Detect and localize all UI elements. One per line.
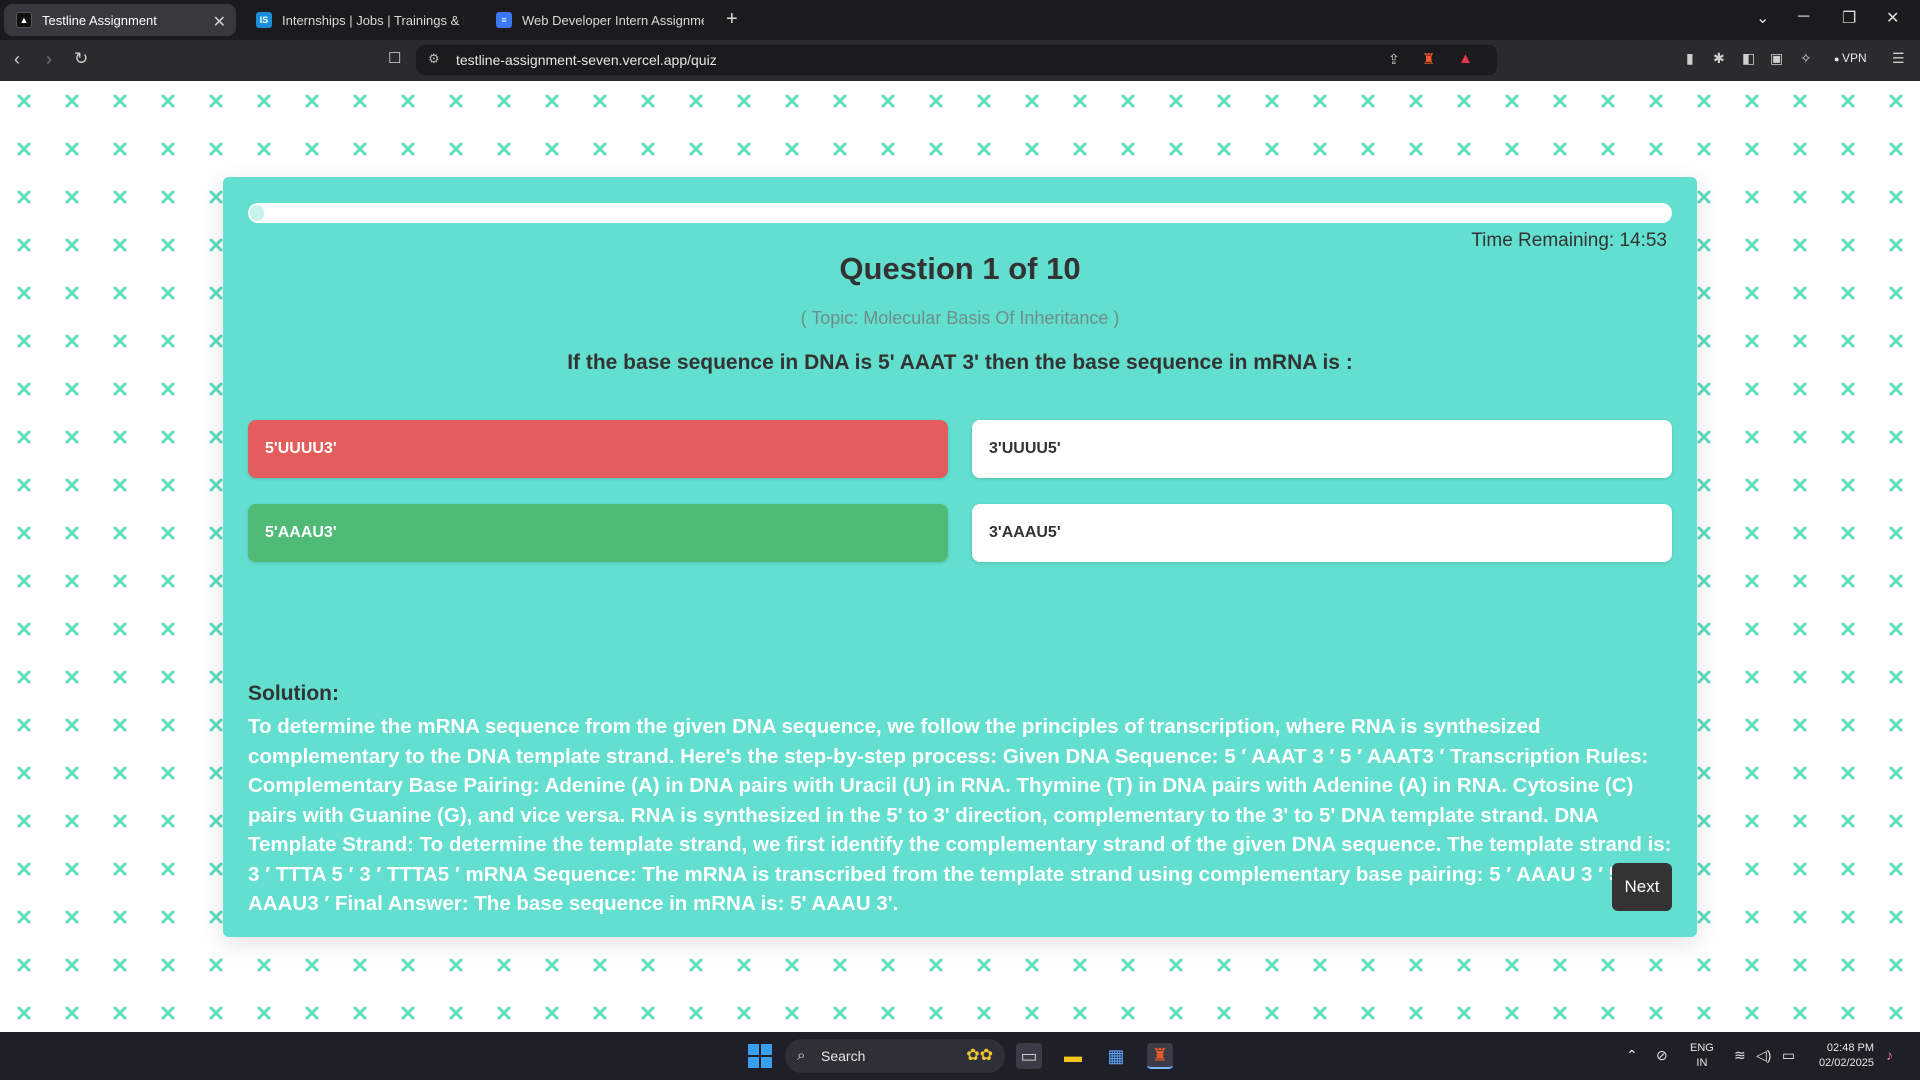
back-icon[interactable]: ‹ bbox=[14, 49, 20, 70]
quiz-card: Time Remaining: 14:53 Question 1 of 10 (… bbox=[223, 177, 1697, 937]
time-remaining: Time Remaining: 14:53 bbox=[1471, 230, 1667, 251]
file-explorer-icon[interactable]: ▬ bbox=[1060, 1043, 1086, 1069]
region-code: IN bbox=[1696, 1057, 1708, 1069]
restore-button[interactable]: ❐ bbox=[1842, 8, 1856, 28]
minimize-button[interactable]: ─ bbox=[1798, 8, 1809, 26]
close-tab-icon[interactable]: ✕ bbox=[213, 12, 226, 32]
next-button[interactable]: Next bbox=[1612, 863, 1672, 911]
tab-search-chevron-icon[interactable]: ⌄ bbox=[1756, 8, 1769, 28]
url-text: testline-assignment-seven.vercel.app/qui… bbox=[456, 52, 717, 68]
vpn-button[interactable]: ● VPN bbox=[1834, 51, 1867, 65]
task-view-icon[interactable]: ▭ bbox=[1016, 1043, 1042, 1069]
system-clock[interactable]: 02:48 PM 02/02/2025 bbox=[1808, 1041, 1874, 1071]
option-b-button[interactable]: 3'UUUU5' bbox=[972, 420, 1672, 478]
windows-taskbar: ⌕ Search ✿✿ ▭ ▬ ▦ ♜ ⌃ ⊘ ENG IN ≋ ◁) ▭ 02… bbox=[0, 1032, 1920, 1080]
clock-time: 02:48 PM bbox=[1826, 1042, 1874, 1054]
battery-icon[interactable]: ▭ bbox=[1782, 1047, 1795, 1064]
tab-testline-assignment[interactable]: ▲ Testline Assignment ✕ bbox=[4, 4, 236, 36]
option-c-button[interactable]: 5'AAAU3' bbox=[248, 504, 948, 562]
show-hidden-icons-chevron[interactable]: ⌃ bbox=[1626, 1047, 1638, 1064]
vpn-status-icon: ● bbox=[1834, 54, 1842, 64]
search-highlight-icon: ✿✿ bbox=[966, 1047, 993, 1064]
solution-label: Solution: bbox=[248, 682, 339, 705]
solution-text: To determine the mRNA sequence from the … bbox=[248, 715, 1672, 915]
close-window-button[interactable]: ✕ bbox=[1886, 8, 1899, 28]
tab-internshala[interactable]: IS Internships | Jobs | Trainings & Plac… bbox=[244, 4, 476, 36]
question-topic: ( Topic: Molecular Basis Of Inheritance … bbox=[800, 308, 1120, 328]
microsoft-store-icon[interactable]: ▦ bbox=[1103, 1043, 1129, 1069]
share-icon[interactable]: ⇪ bbox=[1388, 51, 1400, 68]
wallet-icon[interactable]: ▮ bbox=[1686, 50, 1694, 67]
google-docs-icon: ≡ bbox=[496, 12, 512, 28]
internshala-icon: IS bbox=[256, 12, 272, 28]
forward-icon[interactable]: › bbox=[46, 49, 52, 70]
extensions-icon[interactable]: ✱ bbox=[1713, 50, 1725, 67]
vpn-label: VPN bbox=[1841, 51, 1867, 65]
notifications-off-icon[interactable]: ⊘ bbox=[1656, 1047, 1668, 1064]
taskbar-search-box[interactable]: ⌕ Search ✿✿ bbox=[785, 1039, 1005, 1073]
new-tab-button[interactable]: + bbox=[726, 8, 738, 30]
browser-tab-bar: ▲ Testline Assignment ✕ IS Internships |… bbox=[0, 0, 1920, 40]
brave-rewards-icon[interactable]: ▲ bbox=[1458, 50, 1473, 67]
wifi-icon[interactable]: ≋ bbox=[1734, 1047, 1746, 1064]
ai-icon[interactable]: ✧ bbox=[1800, 50, 1812, 67]
clock-date: 02/02/2025 bbox=[1818, 1057, 1874, 1069]
search-placeholder: Search bbox=[821, 1048, 866, 1064]
progress-bar-fill bbox=[250, 205, 265, 221]
brave-browser-icon[interactable]: ♜ bbox=[1147, 1043, 1173, 1069]
reload-icon[interactable]: ↻ bbox=[74, 49, 88, 69]
bookmark-icon[interactable]: ☐ bbox=[388, 49, 401, 67]
site-settings-icon[interactable]: ⚙ bbox=[428, 51, 440, 67]
tab-title: Internships | Jobs | Trainings & Placeme… bbox=[282, 12, 464, 28]
option-d-button[interactable]: 3'AAAU5' bbox=[972, 504, 1672, 562]
tab-title: Web Developer Intern Assignment bbox=[522, 12, 704, 28]
question-title: Question 1 of 10 bbox=[839, 251, 1081, 286]
question-text: If the base sequence in DNA is 5' AAAT 3… bbox=[567, 351, 1353, 374]
sidebar-icon[interactable]: ◧ bbox=[1742, 50, 1755, 67]
notification-bell-icon[interactable]: ♪ bbox=[1886, 1047, 1893, 1063]
leo-icon[interactable]: ▣ bbox=[1770, 50, 1783, 67]
menu-icon[interactable]: ☰ bbox=[1892, 50, 1905, 67]
windows-start-icon[interactable] bbox=[748, 1044, 772, 1068]
browser-toolbar: ‹ › ↻ ☐ ⚙ testline-assignment-seven.verc… bbox=[0, 40, 1920, 81]
brave-shields-icon[interactable]: ♜ bbox=[1422, 50, 1435, 68]
quiz-page: Time Remaining: 14:53 Question 1 of 10 (… bbox=[0, 81, 1920, 1032]
language-code: ENG bbox=[1690, 1042, 1714, 1054]
address-bar[interactable]: ⚙ testline-assignment-seven.vercel.app/q… bbox=[416, 45, 1497, 75]
input-language-indicator[interactable]: ENG IN bbox=[1690, 1041, 1714, 1071]
tab-title: Testline Assignment bbox=[42, 12, 157, 28]
volume-icon[interactable]: ◁) bbox=[1756, 1047, 1771, 1064]
search-icon: ⌕ bbox=[797, 1047, 806, 1064]
testline-icon: ▲ bbox=[16, 12, 32, 28]
tab-web-developer-intern[interactable]: ≡ Web Developer Intern Assignment bbox=[484, 4, 716, 36]
option-a-button[interactable]: 5'UUUU3' bbox=[248, 420, 948, 478]
progress-bar bbox=[248, 203, 1672, 223]
